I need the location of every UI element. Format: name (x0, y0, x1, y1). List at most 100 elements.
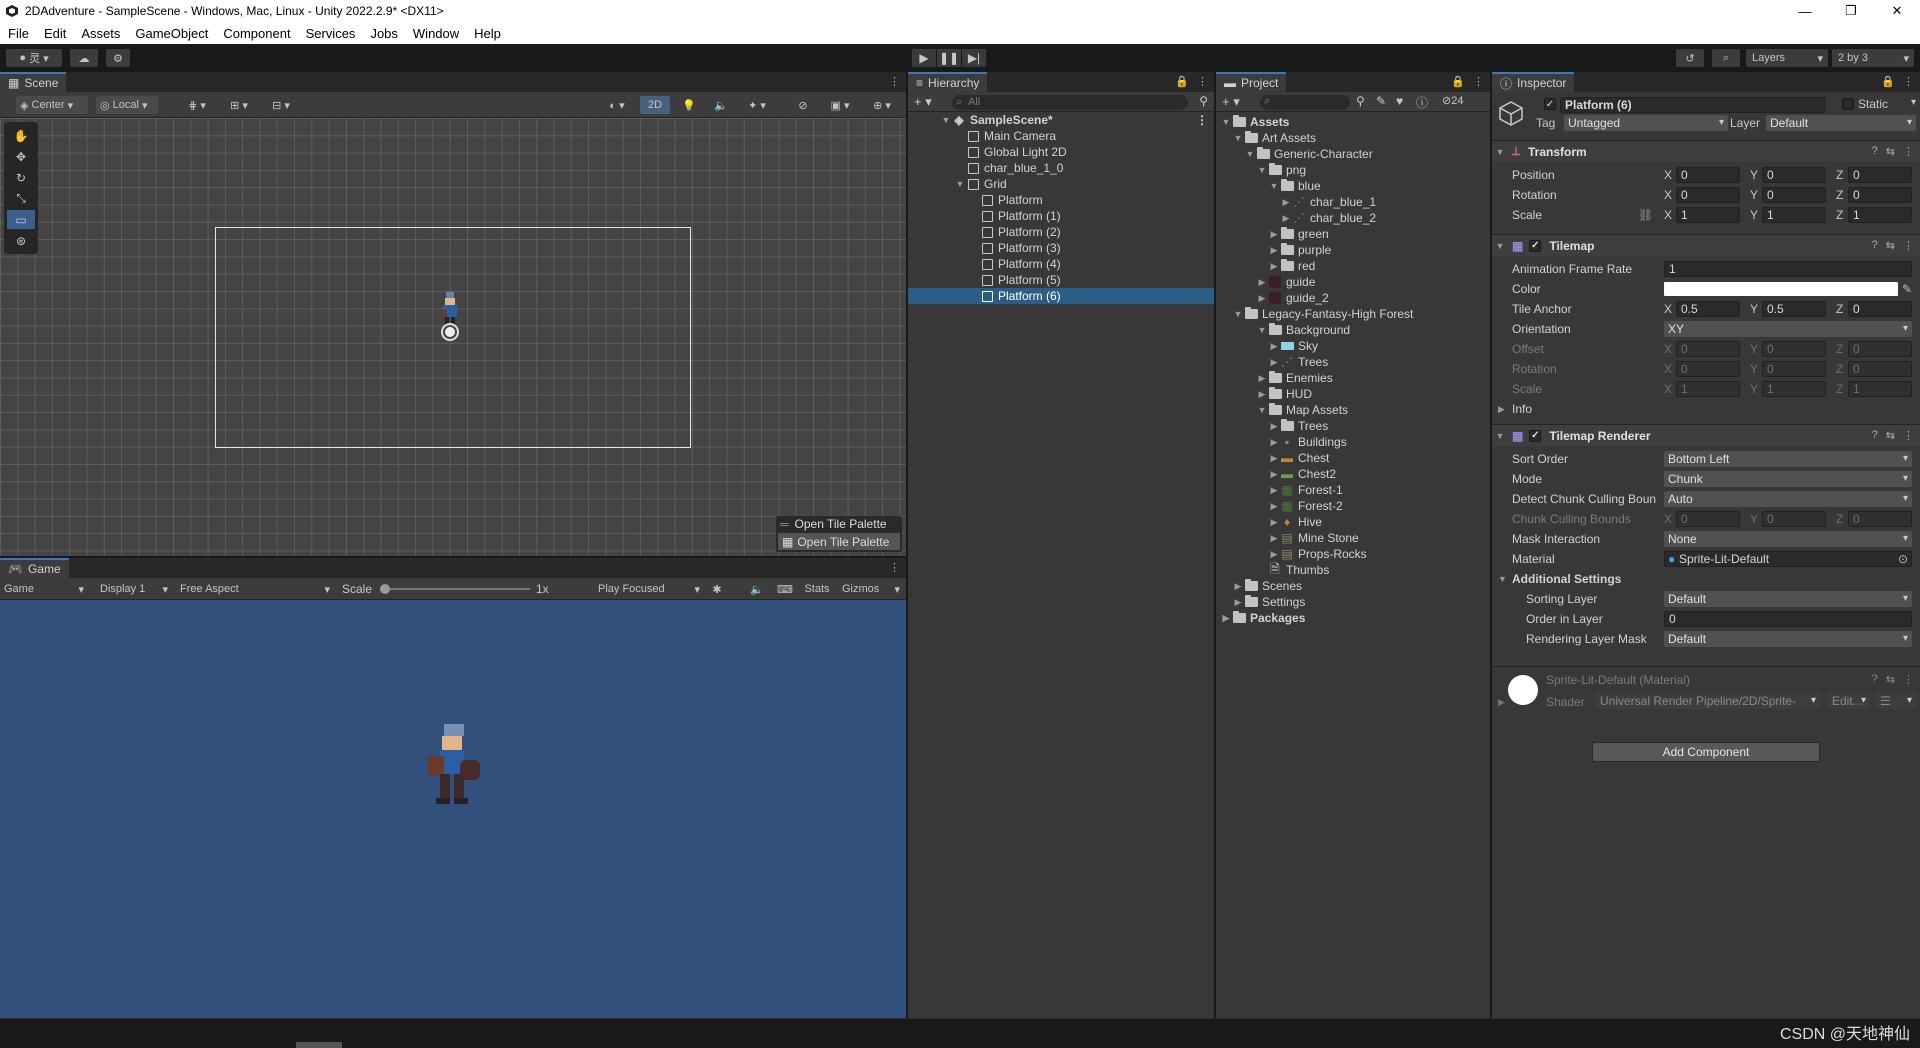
expand-arrow-icon[interactable]: ▶ (1268, 245, 1280, 256)
tile-anchor-y-field[interactable]: 0.5 (1762, 301, 1826, 317)
rotation-x-field[interactable]: 0 (1676, 187, 1740, 203)
aspect-dropdown[interactable]: Free Aspect ▾ (176, 580, 334, 598)
minimize-button[interactable]: — (1782, 0, 1828, 22)
shader-edit-button[interactable]: Edit... (1828, 693, 1870, 709)
expand-arrow-icon[interactable]: ▶ (1280, 213, 1292, 224)
more-options-icon[interactable]: ⋮ (1473, 75, 1484, 88)
rotate-tool-icon[interactable]: ↻ (7, 168, 35, 187)
rendering-layer-mask-dropdown[interactable]: Default (1664, 631, 1912, 647)
eyedropper-icon[interactable]: ✎ (1902, 282, 1912, 296)
collapse-arrow-icon[interactable]: ▼ (1498, 574, 1507, 584)
info-icon[interactable]: ⓘ (1416, 94, 1428, 111)
shader-dropdown[interactable]: Universal Render Pipeline/2D/Sprite- (1596, 693, 1820, 709)
help-icon[interactable]: ? (1872, 239, 1878, 252)
expand-arrow-icon[interactable]: ▶ (1268, 341, 1280, 352)
grid-snap-icon[interactable]: ⋕ ▾ (180, 96, 214, 114)
menu-file[interactable]: File (0, 26, 36, 41)
expand-arrow-icon[interactable]: ▶ (1268, 485, 1280, 496)
collapse-arrow-icon[interactable]: ▼ (1492, 241, 1508, 251)
object-name-field[interactable]: Platform (6) (1560, 97, 1826, 113)
play-button[interactable]: ▶ (912, 49, 936, 67)
list-item[interactable]: ▼ Generic-Character (1216, 146, 1490, 162)
preset-icon[interactable]: ⇆ (1886, 429, 1895, 442)
search-filter-icon[interactable]: ⚲ (1199, 94, 1208, 108)
history-icon[interactable]: ↺ (1676, 49, 1704, 67)
static-dropdown-icon[interactable]: ▾ (1911, 97, 1916, 108)
list-item[interactable]: ▶ ⋰ char_blue_2 (1216, 210, 1490, 226)
list-item[interactable]: ▶ guide (1216, 274, 1490, 290)
expand-arrow-icon[interactable]: ▼ (1232, 309, 1244, 319)
list-item[interactable]: ▶ ⋰ Trees (1216, 354, 1490, 370)
scale-x-field[interactable]: 1 (1676, 207, 1740, 223)
animation-frame-rate-field[interactable]: 1 (1664, 261, 1912, 277)
layers-dropdown[interactable]: Layers ▾ (1746, 49, 1828, 67)
list-item[interactable]: ▶ ▦ Forest-2 (1216, 498, 1490, 514)
expand-arrow-icon[interactable]: ▼ (1256, 405, 1268, 415)
renderer-enabled-checkbox[interactable]: ✓ (1529, 429, 1542, 442)
tilemap-enabled-checkbox[interactable]: ✓ (1529, 239, 1542, 252)
hand-tool-icon[interactable]: ✋ (7, 126, 35, 145)
character-sprite-icon[interactable] (436, 290, 464, 342)
add-object-button[interactable]: + ▾ (914, 94, 932, 110)
expand-arrow-icon[interactable]: ▶ (1256, 293, 1268, 304)
list-item[interactable]: Platform (1) (908, 208, 1214, 224)
cloud-icon[interactable]: ☁ (70, 49, 98, 67)
list-item[interactable]: ▶ ▬ Chest (1216, 450, 1490, 466)
position-z-field[interactable]: 0 (1848, 167, 1912, 183)
list-item[interactable]: ▶ Settings (1216, 594, 1490, 610)
draw-mode-icon[interactable]: ◐ ▾ (600, 96, 634, 114)
list-item[interactable]: ▶ red (1216, 258, 1490, 274)
scale-slider-handle[interactable] (380, 584, 390, 594)
preset-icon[interactable]: ⇆ (1886, 673, 1895, 686)
tile-anchor-z-field[interactable]: 0 (1848, 301, 1912, 317)
expand-arrow-icon[interactable]: ▶ (1256, 277, 1268, 288)
more-options-icon[interactable]: ⋮ (889, 561, 900, 574)
sorting-layer-dropdown[interactable]: Default (1664, 591, 1912, 607)
list-item[interactable]: Main Camera (908, 128, 1214, 144)
scene-row[interactable]: ▼ ◈ SampleScene* ⋮ (908, 112, 1214, 128)
gizmos-icon[interactable]: ⊕ ▾ (864, 96, 900, 114)
scene-menu-icon[interactable]: ⋮ (1196, 113, 1208, 127)
list-item[interactable]: ▶ HUD (1216, 386, 1490, 402)
static-checkbox[interactable] (1842, 98, 1854, 110)
list-item[interactable]: ▶ Scenes (1216, 578, 1490, 594)
list-item[interactable]: ▶ ▬ Chest2 (1216, 466, 1490, 482)
info-foldout[interactable]: ▶ Info (1492, 400, 1920, 418)
expand-arrow-icon[interactable]: ▶ (1232, 581, 1244, 592)
expand-arrow-icon[interactable]: ▶ (1498, 404, 1505, 415)
search-by-label-icon[interactable]: ✎ (1376, 94, 1386, 108)
list-item[interactable]: ▶ Sky (1216, 338, 1490, 354)
increment-snap-icon[interactable]: ⊟ ▾ (264, 96, 298, 114)
expand-arrow-icon[interactable]: ▶ (1268, 533, 1280, 544)
progress-scrollbar[interactable] (296, 1042, 342, 1048)
tab-scene[interactable]: ▦ Scene (0, 72, 67, 92)
list-item[interactable]: ▼ Grid (908, 176, 1214, 192)
list-item[interactable]: ▶ ▤ Props-Rocks (1216, 546, 1490, 562)
object-picker-icon[interactable]: ⊙ (1898, 552, 1908, 566)
hierarchy-search-input[interactable]: ⌕ All (952, 95, 1188, 110)
help-icon[interactable]: ? (1872, 145, 1878, 158)
lock-icon[interactable]: 🔒 (1881, 75, 1895, 88)
expand-arrow-icon[interactable]: ▶ (1280, 197, 1292, 208)
menu-help[interactable]: Help (466, 26, 508, 41)
hidden-packages-count[interactable]: ⊘24 (1442, 94, 1463, 107)
expand-arrow-icon[interactable]: ▶ (1498, 697, 1505, 708)
mute-audio-icon[interactable]: 🔈 (746, 580, 768, 598)
expand-arrow-icon[interactable]: ▶ (1268, 501, 1280, 512)
list-item[interactable]: ▶ ♦ Hive (1216, 514, 1490, 530)
collab-icon[interactable]: ⚙ (106, 49, 130, 67)
list-item[interactable]: ▼ Map Assets (1216, 402, 1490, 418)
component-menu-icon[interactable]: ⋮ (1903, 239, 1914, 252)
lighting-icon[interactable]: 💡 (676, 96, 702, 114)
list-item[interactable]: ▼ Background (1216, 322, 1490, 338)
tilemap-renderer-header[interactable]: ▼ ▦ ✓ Tilemap Renderer ? ⇆ ⋮ (1492, 424, 1920, 446)
tab-hierarchy[interactable]: ≡ Hierarchy (908, 72, 988, 92)
lock-icon[interactable]: 🔒 (1175, 75, 1189, 88)
menu-component[interactable]: Component (215, 26, 297, 41)
tab-game[interactable]: 🎮 Game (0, 558, 69, 578)
lock-icon[interactable]: 🔒 (1451, 75, 1465, 88)
stats-button[interactable]: Stats (800, 580, 834, 598)
expand-arrow-icon[interactable]: ▶ (1268, 261, 1280, 272)
help-icon[interactable]: ? (1872, 429, 1878, 442)
expand-arrow-icon[interactable]: ▶ (1268, 549, 1280, 560)
